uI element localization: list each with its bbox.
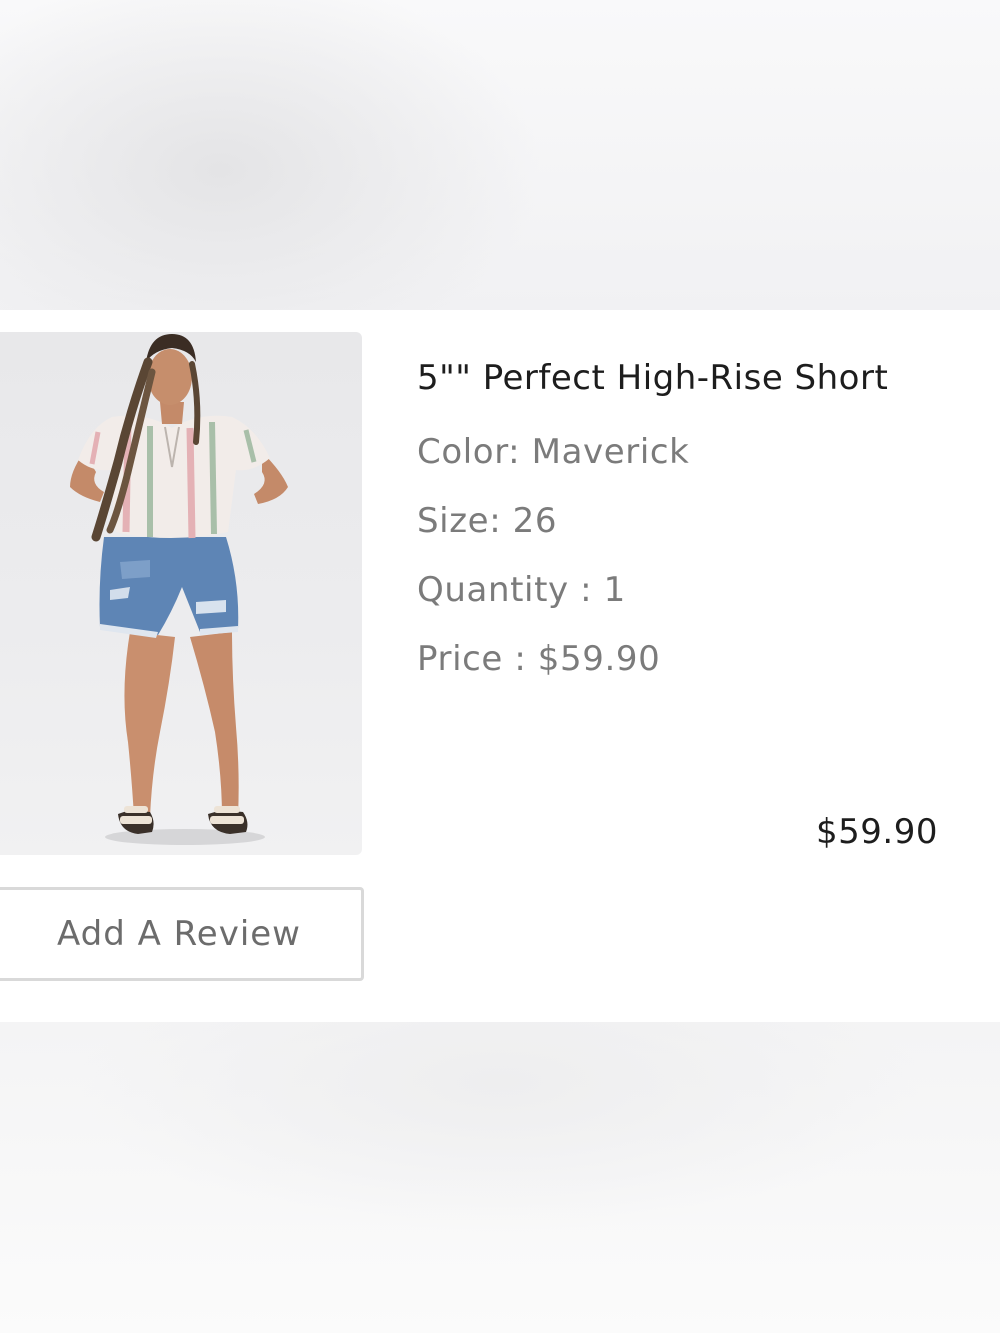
price-label: Price : $59.90 bbox=[417, 639, 661, 679]
color-label: Color: Maverick bbox=[417, 432, 690, 472]
product-image[interactable] bbox=[0, 332, 362, 855]
cart-item-card: 5"" Perfect High-Rise Short Color: Maver… bbox=[0, 310, 1000, 1022]
product-title[interactable]: 5"" Perfect High-Rise Short bbox=[417, 356, 977, 400]
line-total: $59.90 bbox=[816, 812, 938, 852]
background-bottom bbox=[0, 1022, 1000, 1333]
item-details: 5"" Perfect High-Rise Short Color: Maver… bbox=[417, 356, 977, 681]
background-top bbox=[0, 0, 1000, 310]
product-photo-illustration bbox=[70, 334, 288, 845]
quantity-label: Quantity : 1 bbox=[417, 570, 626, 610]
size-label: Size: 26 bbox=[417, 501, 558, 541]
add-review-button[interactable]: Add A Review bbox=[0, 887, 364, 981]
